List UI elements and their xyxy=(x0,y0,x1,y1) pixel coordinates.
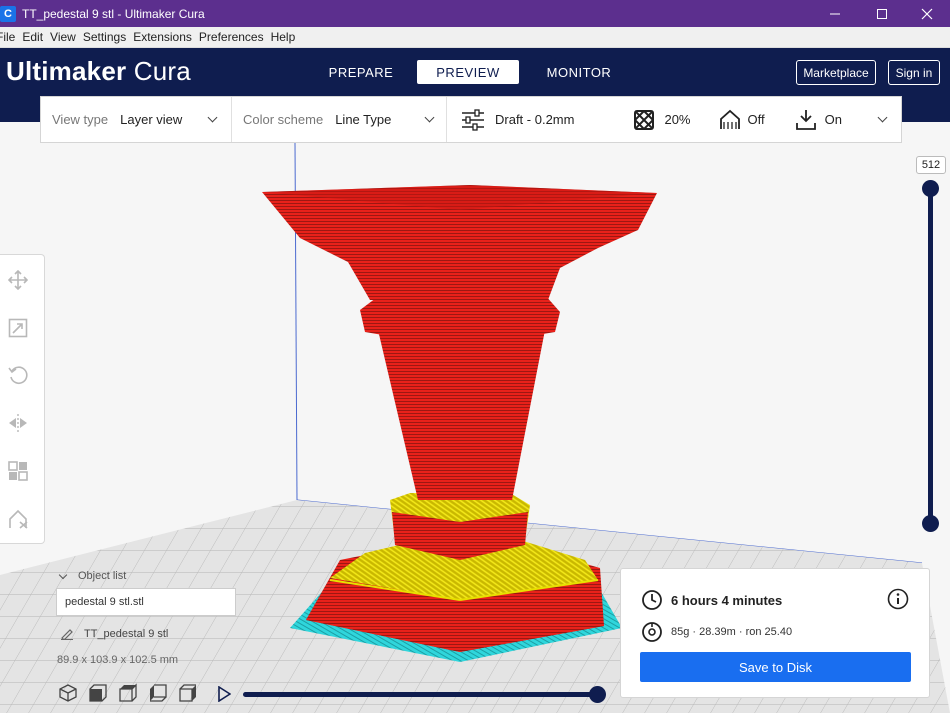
menu-view[interactable]: View xyxy=(50,30,76,44)
maximize-button[interactable] xyxy=(859,0,905,27)
object-list-item[interactable]: pedestal 9 stl.stl xyxy=(56,588,236,616)
right-view-icon[interactable] xyxy=(178,683,198,703)
layer-slider-track[interactable] xyxy=(928,188,933,524)
stage-preview-tab[interactable]: PREVIEW xyxy=(417,60,519,84)
support-icon xyxy=(719,109,740,129)
layer-slider-lower-handle[interactable] xyxy=(922,515,939,532)
clock-icon xyxy=(642,590,662,610)
object-dimensions: 89.9 x 103.9 x 102.5 mm xyxy=(57,654,179,666)
chevron-down-icon xyxy=(424,112,435,123)
support-value: Off xyxy=(747,112,765,127)
close-icon xyxy=(921,8,933,19)
front-view-icon[interactable] xyxy=(88,683,108,703)
tool-panel xyxy=(0,254,45,544)
cura-app-icon: C xyxy=(0,5,16,22)
menu-preferences[interactable]: Preferences xyxy=(199,30,264,44)
menu-file[interactable]: File xyxy=(0,30,15,44)
adhesion-value: On xyxy=(824,112,842,127)
info-icon[interactable] xyxy=(887,588,909,610)
object-list-title: Object list xyxy=(78,570,127,582)
minimize-button[interactable] xyxy=(812,0,858,27)
window-title: TT_pedestal 9 stl - Ultimaker Cura xyxy=(22,6,205,21)
stage-prepare-tab[interactable]: PREPARE xyxy=(320,60,402,84)
menu-help[interactable]: Help xyxy=(271,30,296,44)
menu-edit[interactable]: Edit xyxy=(22,30,43,44)
sign-in-button[interactable]: Sign in xyxy=(888,60,940,85)
selected-object-name[interactable]: TT_pedestal 9 stl xyxy=(60,628,168,640)
layer-slider-upper-handle[interactable] xyxy=(922,180,939,197)
play-icon[interactable] xyxy=(217,686,231,702)
infill-value: 20% xyxy=(664,112,691,127)
chevron-down-icon xyxy=(58,570,68,579)
stage-monitor-tab[interactable]: MONITOR xyxy=(537,60,621,84)
title-bar: C TT_pedestal 9 stl - Ultimaker Cura xyxy=(0,0,950,27)
view-type-value: Layer view xyxy=(120,112,183,127)
per-model-settings-icon[interactable] xyxy=(8,461,28,481)
material-usage-row: 85g · 28.39m · ron 25.40 xyxy=(641,621,792,643)
save-to-disk-button[interactable]: Save to Disk xyxy=(640,652,911,682)
view-type-dropdown[interactable]: View type Layer view xyxy=(41,97,232,142)
rotate-tool-icon[interactable] xyxy=(8,365,28,385)
3d-view-icon[interactable] xyxy=(58,683,78,703)
maximize-icon xyxy=(877,8,887,19)
infill-icon xyxy=(634,109,655,130)
view-type-label: View type xyxy=(52,112,109,127)
menu-bar: File Edit View Settings Extensions Prefe… xyxy=(0,27,950,48)
close-window-button[interactable] xyxy=(904,0,950,27)
support-blocker-icon[interactable] xyxy=(8,509,28,529)
menu-settings[interactable]: Settings xyxy=(83,30,126,44)
menu-extensions[interactable]: Extensions xyxy=(133,30,192,44)
left-view-icon[interactable] xyxy=(148,683,168,703)
object-list-item-label: pedestal 9 stl.stl xyxy=(65,596,144,608)
marketplace-button[interactable]: Marketplace xyxy=(796,60,876,85)
logo-brand: Ultimaker xyxy=(6,56,127,86)
scale-tool-icon[interactable] xyxy=(8,318,28,338)
color-scheme-value: Line Type xyxy=(335,112,392,127)
minimize-icon xyxy=(830,13,840,14)
top-view-icon[interactable] xyxy=(118,683,138,703)
print-information-panel: 6 hours 4 minutes 85g · 28.39m · ron 25.… xyxy=(620,568,930,698)
selected-object-label: TT_pedestal 9 stl xyxy=(84,628,169,640)
color-scheme-label: Color scheme xyxy=(243,112,324,127)
filament-spool-icon xyxy=(642,622,662,642)
print-time-row: 6 hours 4 minutes xyxy=(641,589,782,611)
print-settings-summary[interactable]: Draft - 0.2mm 20% Off On xyxy=(447,97,901,142)
pencil-icon xyxy=(61,629,73,640)
logo-product: Cura xyxy=(133,56,191,86)
color-scheme-dropdown[interactable]: Color scheme Line Type xyxy=(232,97,447,142)
ultimaker-cura-logo: Ultimaker Cura xyxy=(6,56,191,87)
object-list-toggle[interactable]: Object list xyxy=(58,570,127,582)
view-settings-toolbar: View type Layer view Color scheme Line T… xyxy=(40,96,902,143)
adhesion-icon xyxy=(795,109,816,130)
settings-sliders-icon xyxy=(462,108,484,131)
chevron-down-icon xyxy=(877,112,888,123)
path-slider-track[interactable] xyxy=(243,692,599,697)
print-time-value: 6 hours 4 minutes xyxy=(671,592,783,608)
move-tool-icon[interactable] xyxy=(8,270,28,290)
chevron-down-icon xyxy=(207,112,218,123)
path-slider-handle[interactable] xyxy=(589,686,606,703)
layer-number-field[interactable]: 512 xyxy=(916,156,946,174)
mirror-tool-icon[interactable] xyxy=(8,413,28,433)
material-usage-value: 85g · 28.39m · ron 25.40 xyxy=(671,626,793,638)
profile-value: Draft - 0.2mm xyxy=(495,112,575,127)
